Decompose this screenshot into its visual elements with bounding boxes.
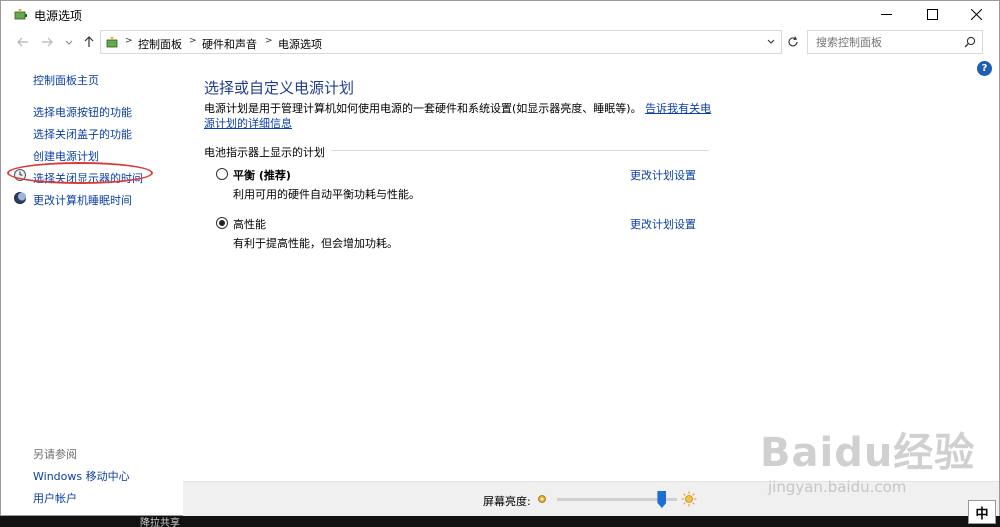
maximize-button[interactable] (909, 1, 955, 27)
control-panel-icon (106, 37, 118, 48)
chevron-down-icon (65, 40, 73, 45)
taskbar-partial-text: 降拉共享 (140, 518, 180, 527)
power-button-function-link[interactable]: 选择电源按钮的功能 (33, 104, 132, 120)
forward-button[interactable] (39, 34, 55, 50)
breadcrumb-power-options[interactable]: 电源选项 (278, 36, 322, 52)
control-panel-home-link[interactable]: 控制面板主页 (33, 72, 99, 88)
address-dropdown[interactable] (766, 37, 776, 47)
lid-close-function-link[interactable]: 选择关闭盖子的功能 (33, 126, 132, 142)
chevron-down-icon (767, 39, 775, 44)
close-icon (970, 8, 982, 20)
high-performance-plan-name[interactable]: 高性能 (233, 216, 266, 232)
breadcrumb-separator: > (125, 36, 133, 46)
up-button[interactable] (81, 34, 97, 50)
window-title: 电源选项 (34, 9, 83, 23)
minimize-button[interactable] (863, 1, 909, 27)
sleep-moon-icon (14, 192, 26, 204)
breadcrumb-control-panel[interactable]: 控制面板 (138, 36, 182, 52)
high-performance-plan-radio[interactable] (216, 217, 228, 229)
navigation-bar: > 控制面板 > 硬件和声音 > 电源选项 (1, 30, 999, 56)
watermark-url-text: jingyan.baidu.com (768, 478, 907, 496)
address-bar[interactable]: > 控制面板 > 硬件和声音 > 电源选项 (100, 30, 782, 54)
plan-description: 电源计划是用于管理计算机如何使用电源的一套硬件和系统设置(如显示器亮度、睡眠等)… (204, 101, 714, 131)
close-button[interactable] (953, 1, 999, 27)
refresh-button[interactable] (783, 32, 803, 52)
brightness-slider-thumb[interactable] (657, 491, 667, 508)
power-options-icon (14, 9, 27, 20)
user-accounts-link[interactable]: 用户帐户 (33, 490, 77, 506)
balanced-plan-radio[interactable] (216, 168, 228, 180)
arrow-left-icon (17, 37, 28, 47)
ime-indicator[interactable]: 中 (968, 500, 996, 524)
arrow-right-icon (42, 37, 53, 47)
minimize-icon (880, 13, 892, 15)
page-title: 选择或自定义电源计划 (204, 79, 355, 97)
search-icon[interactable] (964, 36, 976, 48)
breadcrumb-separator: > (189, 36, 197, 46)
arrow-up-icon (84, 36, 94, 47)
watermark-main-text: Baidu经验 (760, 430, 976, 476)
screen-brightness-label: 屏幕亮度: (483, 495, 531, 508)
maximize-icon (926, 8, 938, 20)
brightness-low-icon (538, 495, 546, 503)
left-navigation-pane: 控制面板主页 选择电源按钮的功能 选择关闭盖子的功能 创建电源计划 选择关闭显示… (1, 59, 183, 505)
high-performance-change-settings-link[interactable]: 更改计划设置 (630, 216, 696, 232)
windows-mobility-center-link[interactable]: Windows 移动中心 (33, 468, 130, 484)
plan-description-text: 电源计划是用于管理计算机如何使用电源的一套硬件和系统设置(如显示器亮度、睡眠等)… (204, 102, 642, 115)
recent-locations-button[interactable] (61, 34, 77, 50)
high-performance-plan-description: 有利于提高性能，但会增加功耗。 (233, 237, 398, 250)
baidu-watermark: Baidu经验 jingyan.baidu.com (760, 420, 990, 510)
battery-plans-heading: 电池指示器上显示的计划 (204, 144, 331, 160)
computer-sleep-time-link[interactable]: 更改计算机睡眠时间 (33, 192, 132, 208)
red-circle-annotation (7, 162, 153, 184)
search-box[interactable] (807, 30, 983, 54)
balanced-change-settings-link[interactable]: 更改计划设置 (630, 167, 696, 183)
breadcrumb-hardware-sound[interactable]: 硬件和声音 (202, 36, 257, 52)
back-button[interactable] (15, 34, 31, 50)
refresh-icon (788, 36, 798, 47)
see-also-heading: 另请参阅 (33, 448, 77, 461)
balanced-plan-name[interactable]: 平衡 (推荐) (233, 167, 291, 183)
brightness-high-icon (681, 491, 697, 507)
title-bar: 电源选项 (1, 1, 999, 27)
help-button[interactable]: ? (977, 61, 992, 76)
breadcrumb-separator: > (265, 36, 273, 46)
balanced-plan-description: 利用可用的硬件自动平衡功耗与性能。 (233, 188, 420, 201)
search-input[interactable] (816, 36, 956, 49)
